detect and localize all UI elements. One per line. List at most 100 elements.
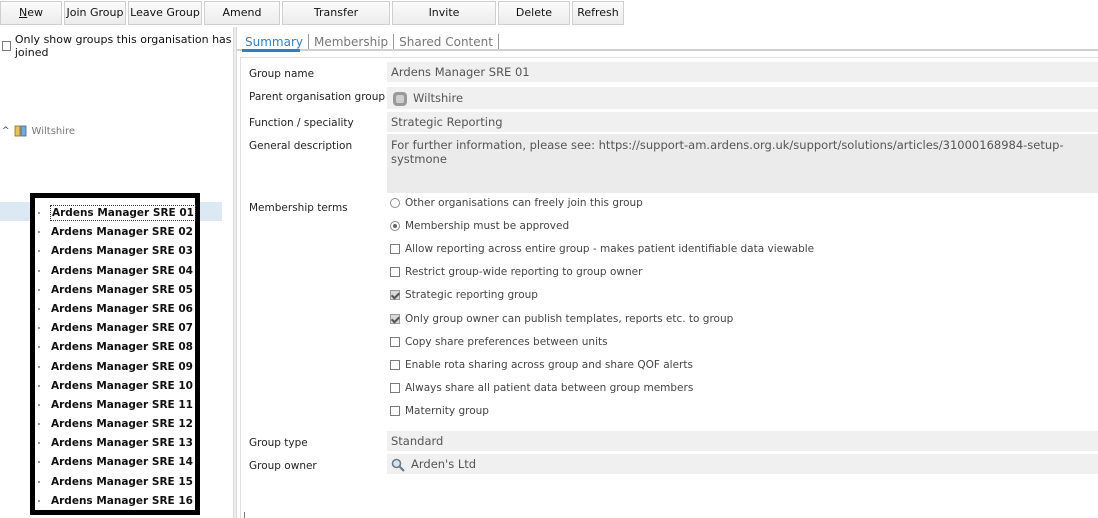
option-label: Allow reporting across entire group - ma…: [405, 243, 815, 256]
option-checkbox[interactable]: [390, 359, 400, 370]
invite-organisations-button[interactable]: Invite Organisations: [392, 1, 496, 41]
option-checkbox[interactable]: [390, 405, 400, 416]
option-checkbox[interactable]: [390, 313, 400, 324]
group-name-field: Ardens Manager SRE 01: [387, 62, 1098, 82]
membership-option[interactable]: Always share all patient data between gr…: [390, 382, 693, 394]
tree-item-group[interactable]: Ardens Manager SRE 11: [35, 396, 195, 415]
membership-option[interactable]: Copy share preferences between units: [390, 336, 608, 348]
tree-bullet-icon: [38, 307, 40, 310]
tree-item-label: Ardens Manager SRE 03: [51, 245, 193, 258]
tree-bullet-icon: [38, 461, 40, 464]
option-label: Other organisations can freely join this…: [405, 197, 643, 209]
description-field: For further information, please see: htt…: [387, 134, 1098, 193]
membership-option[interactable]: Strategic reporting group: [390, 289, 538, 301]
tree-item-group[interactable]: Ardens Manager SRE 15: [35, 473, 195, 492]
tree-bullet-icon: [38, 423, 40, 426]
tree-item-label: Ardens Manager SRE 04: [51, 264, 193, 277]
tree-bullet-icon: [38, 269, 40, 272]
tree-item-group[interactable]: Ardens Manager SRE 09: [35, 358, 195, 377]
option-radio[interactable]: [390, 198, 400, 208]
tree-item-group[interactable]: Ardens Manager SRE 16: [35, 492, 195, 511]
tree-item-group[interactable]: Ardens Manager SRE 07: [35, 319, 195, 338]
tree-bullet-icon: [38, 212, 40, 214]
transfer-ownership-button[interactable]: Transfer Ownership: [282, 1, 390, 41]
option-checkbox[interactable]: [390, 382, 400, 393]
tree-item-label: Ardens Manager SRE 08: [51, 341, 193, 354]
active-tab-indicator: [242, 49, 300, 52]
tree-item-group[interactable]: Ardens Manager SRE 08: [35, 338, 195, 357]
tree-item-group[interactable]: Ardens Manager SRE 13: [35, 434, 195, 453]
option-checkbox[interactable]: [390, 336, 400, 347]
tree-item-group[interactable]: Ardens Manager SRE 01: [35, 204, 196, 223]
group-list: Ardens Manager SRE 01 Ardens Manager SRE …: [35, 204, 196, 511]
collapse-caret-icon[interactable]: ^: [2, 126, 10, 136]
option-label: Maternity group: [405, 404, 489, 417]
tree-bullet-icon: [38, 499, 40, 502]
tree-item-group[interactable]: Ardens Manager SRE 10: [35, 377, 195, 396]
tree-item-group[interactable]: Ardens Manager SRE 04: [35, 262, 195, 281]
tree-bullet-icon: [38, 480, 40, 483]
only-joined-filter[interactable]: Only show groups this organisation has j…: [2, 33, 233, 59]
tree-item-label: Ardens Manager SRE 02: [51, 226, 193, 239]
tree-item-group[interactable]: Ardens Manager SRE 02: [35, 223, 195, 242]
group-details-pane: Summary Membership Shared Content Group …: [237, 27, 1098, 518]
refresh-button[interactable]: Refresh: [572, 1, 624, 25]
tree-item-label: Ardens Manager SRE 01: [50, 205, 196, 221]
membership-option[interactable]: Other organisations can freely join this…: [390, 197, 643, 209]
tree-item-label: Ardens Manager SRE 16: [51, 494, 193, 507]
only-joined-label: Only show groups this organisation has j…: [14, 33, 232, 59]
leave-group-button[interactable]: Leave Group: [128, 1, 202, 25]
group-name-label: Group name: [249, 68, 315, 80]
delete-group-button[interactable]: Delete Group: [498, 1, 570, 41]
summary-panel: Group name Ardens Manager SRE 01 Parent …: [240, 57, 1098, 518]
option-checkbox[interactable]: [390, 244, 400, 255]
tree-item-group[interactable]: Ardens Manager SRE 14: [35, 453, 195, 472]
tree-bullet-icon: [38, 231, 40, 234]
amend-group-button[interactable]: Amend Group: [204, 1, 280, 41]
membership-option[interactable]: Membership must be approved: [390, 220, 569, 232]
group-list-box: Ardens Manager SRE 01 Ardens Manager SRE …: [30, 193, 200, 515]
tree-node-wiltshire[interactable]: ^ Wiltshire: [2, 125, 75, 137]
join-group-button[interactable]: Join Group: [64, 1, 126, 25]
membership-option[interactable]: Restrict group-wide reporting to group o…: [390, 266, 642, 278]
tab-summary[interactable]: Summary: [242, 35, 306, 49]
option-label: Always share all patient data between gr…: [405, 381, 694, 394]
option-label: Membership must be approved: [405, 220, 570, 233]
tree-item-group[interactable]: Ardens Manager SRE 12: [35, 415, 195, 434]
tree-item-group[interactable]: Ardens Manager SRE 06: [35, 300, 195, 319]
tab-membership[interactable]: Membership: [311, 35, 391, 49]
tree-bullet-icon: [38, 327, 40, 330]
new-group-mnemonic: N: [19, 6, 28, 19]
organisation-book-icon: [14, 125, 26, 137]
tree-item-group[interactable]: Ardens Manager SRE 05: [35, 281, 195, 300]
option-radio[interactable]: [390, 221, 400, 232]
membership-terms-label: Membership terms: [249, 202, 348, 214]
option-checkbox[interactable]: [390, 290, 400, 301]
tab-shared-content[interactable]: Shared Content: [396, 35, 496, 49]
tree-bullet-icon: [38, 250, 40, 253]
toolbar: New Group Join Group Leave Group Amend G…: [0, 0, 1098, 41]
parent-group-value: Wiltshire: [413, 91, 464, 105]
option-checkbox[interactable]: [390, 267, 400, 278]
membership-option[interactable]: Enable rota sharing across group and sha…: [390, 359, 693, 371]
tree-item-label: Ardens Manager SRE 09: [51, 360, 193, 373]
membership-option[interactable]: Maternity group: [390, 405, 489, 417]
parent-group-label: Parent organisation group: [249, 91, 386, 103]
option-label: Only group owner can publish templates, …: [405, 312, 734, 325]
tree-item-group[interactable]: Ardens Manager SRE 03: [35, 242, 195, 261]
group-owner-field: Arden's Ltd: [387, 454, 1098, 474]
only-joined-checkbox[interactable]: [2, 41, 11, 51]
new-group-button[interactable]: New Group: [0, 1, 62, 41]
tree-item-label: Ardens Manager SRE 15: [51, 475, 193, 488]
membership-option[interactable]: Allow reporting across entire group - ma…: [390, 243, 814, 255]
tree-item-label: Ardens Manager SRE 06: [51, 302, 193, 315]
tree-item-label: Ardens Manager SRE 13: [51, 437, 193, 450]
tree-item-label: Ardens Manager SRE 05: [51, 283, 193, 296]
organisation-icon: [393, 91, 407, 106]
membership-option[interactable]: Only group owner can publish templates, …: [390, 313, 733, 325]
group-tree-pane: Only show groups this organisation has j…: [0, 27, 233, 518]
owner-search-icon[interactable]: [391, 458, 405, 472]
tab-divider: [393, 34, 395, 50]
tree-item-label: Ardens Manager SRE 07: [51, 322, 193, 335]
function-label: Function / speciality: [249, 117, 354, 129]
